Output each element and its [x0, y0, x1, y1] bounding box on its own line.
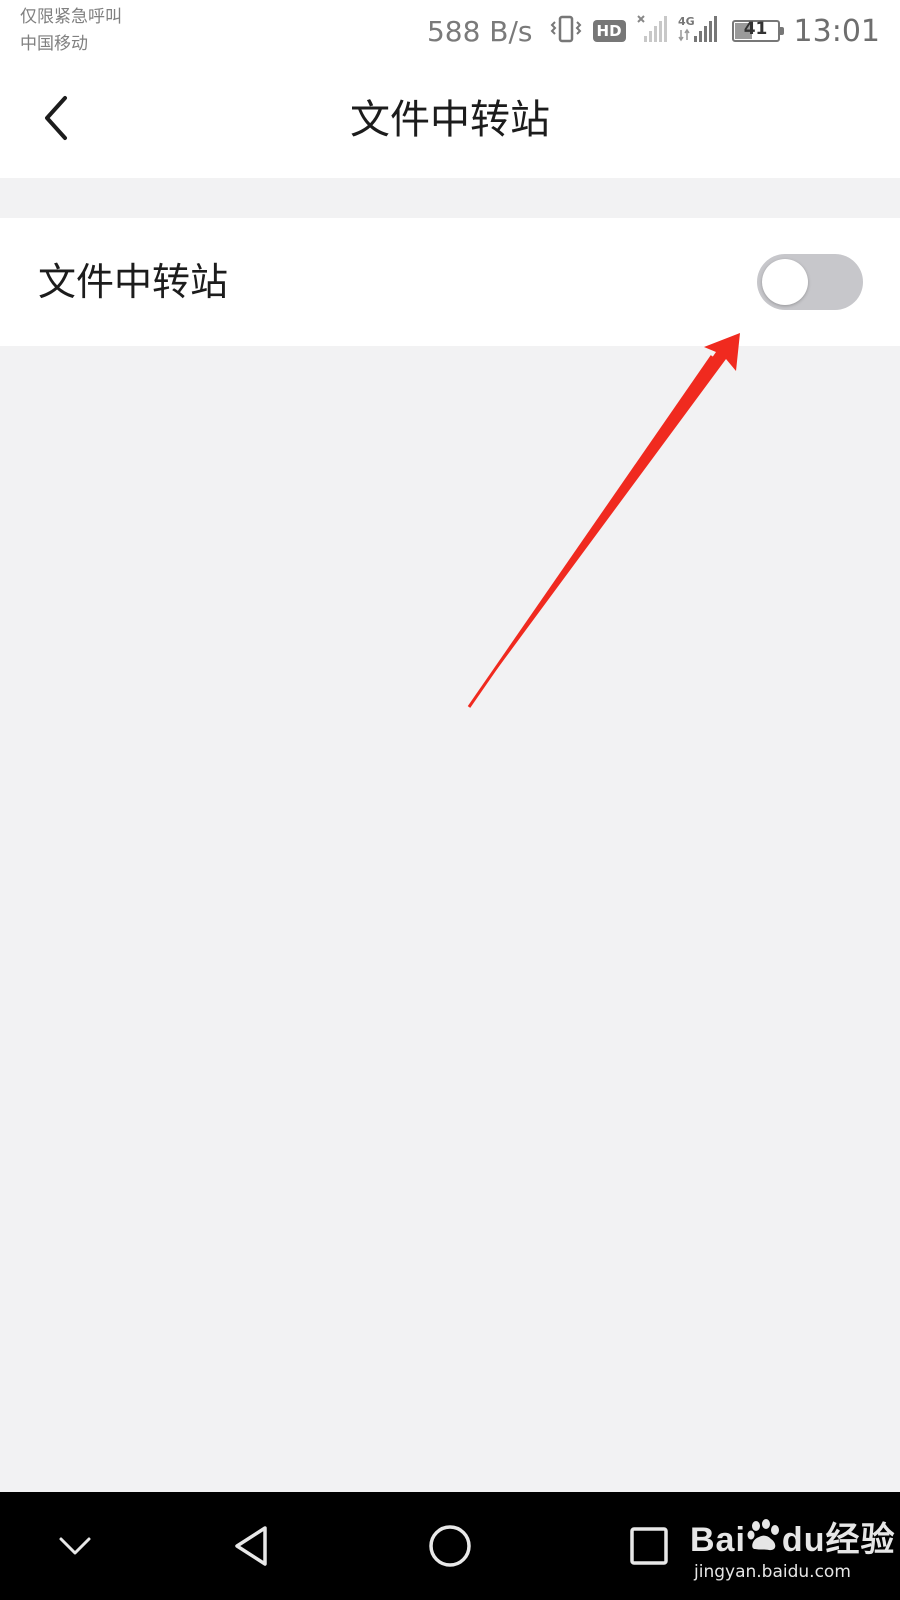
signal-off-icon	[636, 14, 668, 48]
collapse-down-icon	[59, 1537, 91, 1555]
hd-badge: HD	[592, 20, 626, 42]
signal-4g-icon: 4G	[678, 14, 722, 48]
watermark-brand-b: du	[781, 1521, 826, 1559]
nav-recents-button[interactable]	[617, 1514, 681, 1578]
status-icons: 588 B/s HD 4G 41 13:01	[427, 12, 880, 50]
settings-row-label: 文件中转站	[38, 260, 229, 304]
carrier-info: 仅限紧急呼叫 中国移动	[20, 4, 122, 58]
carrier-name: 中国移动	[20, 34, 88, 54]
paw-icon	[747, 1519, 779, 1551]
page-title: 文件中转站	[350, 97, 550, 143]
recents-square-icon	[630, 1527, 668, 1565]
baidu-watermark: Bai du经验 jingyan.baidu.com	[690, 1504, 894, 1594]
collapse-button[interactable]	[43, 1514, 107, 1578]
screen: 仅限紧急呼叫 中国移动 588 B/s HD 4G 41 13:01 文件中转站…	[0, 0, 900, 1600]
watermark-brand: Bai du经验	[690, 1512, 895, 1561]
home-circle-icon	[429, 1525, 471, 1567]
nav-header: 文件中转站	[0, 62, 900, 178]
emergency-text: 仅限紧急呼叫	[20, 7, 122, 27]
watermark-suffix: 经验	[825, 1521, 896, 1559]
network-type-label: 4G	[678, 15, 695, 28]
net-speed: 588 B/s	[426, 14, 533, 48]
nav-home-button[interactable]	[418, 1514, 482, 1578]
battery-level: 41	[743, 19, 768, 39]
clock: 13:01	[793, 13, 880, 49]
battery-icon: 41	[731, 19, 784, 42]
watermark-brand-a: Bai	[690, 1521, 746, 1559]
nav-back-button[interactable]	[219, 1514, 283, 1578]
file-transfer-toggle[interactable]	[757, 254, 863, 310]
status-bar: 仅限紧急呼叫 中国移动 588 B/s HD 4G 41 13:01	[0, 0, 900, 62]
system-nav-bar: Bai du经验 jingyan.baidu.com	[0, 1492, 900, 1600]
back-triangle-icon	[235, 1526, 267, 1566]
vibrate-icon	[549, 14, 583, 48]
watermark-url: jingyan.baidu.com	[694, 1562, 851, 1582]
settings-row-file-transfer[interactable]: 文件中转站	[0, 218, 900, 346]
toggle-knob	[762, 259, 808, 305]
